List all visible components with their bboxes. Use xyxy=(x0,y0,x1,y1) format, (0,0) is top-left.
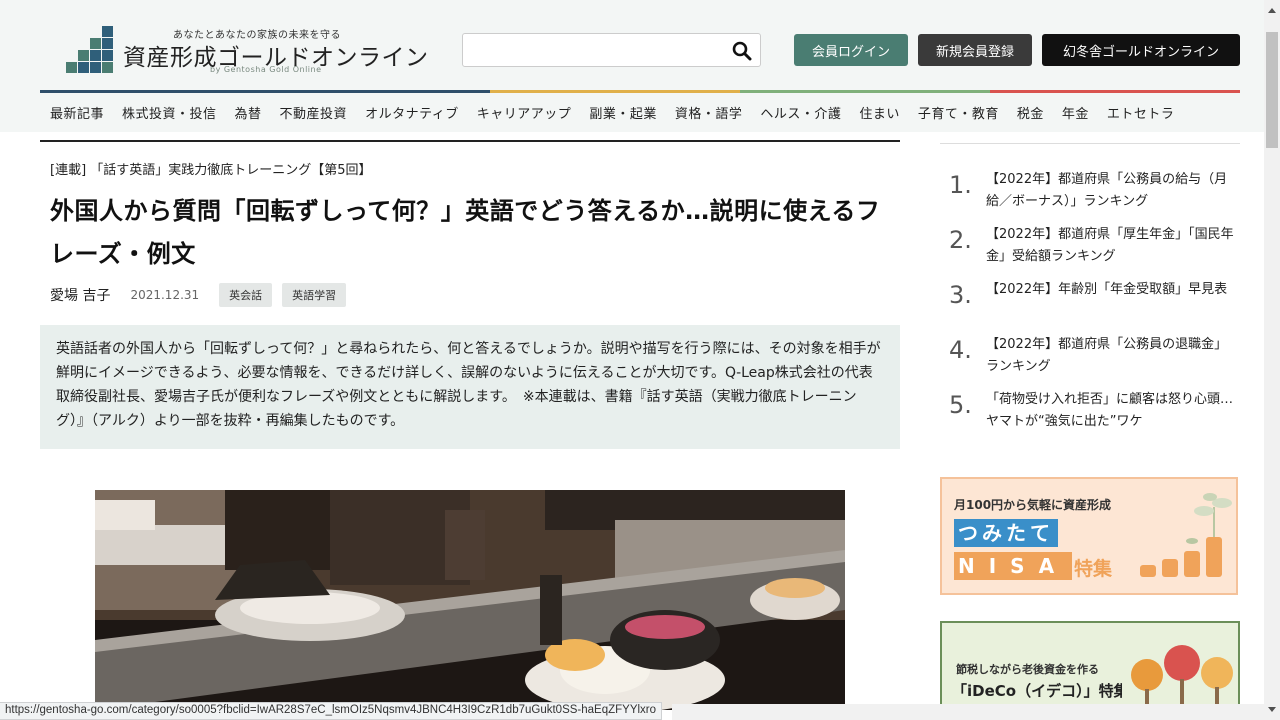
search-box xyxy=(462,33,761,67)
plant-jars-illustration xyxy=(1140,493,1232,577)
ideco-banner-title: 「iDeCo（イデコ）」特集 xyxy=(952,682,1129,700)
search-input[interactable] xyxy=(469,40,719,62)
nav-item-latest[interactable]: 最新記事 xyxy=(40,103,113,122)
sushi-conveyor-image xyxy=(95,490,845,710)
ideco-banner-caption: 節税しながら老後資金を作る xyxy=(956,663,1099,676)
ranking-title[interactable]: 「荷物受け入れ拒否」に顧客は怒り心頭…ヤマトが“強気に出た”ワケ xyxy=(986,389,1236,433)
scroll-thumb[interactable] xyxy=(1266,32,1278,148)
gentosha-gold-online-button[interactable]: 幻冬舎ゴールドオンライン xyxy=(1042,34,1240,66)
logo-subtitle: by Gentosha Gold Online xyxy=(210,65,322,74)
article-title: 外国人から質問「回転ずしって何？」英語でどう答えるか…説明に使えるフレーズ・例文 xyxy=(50,197,881,268)
article-photo xyxy=(95,490,845,710)
ranking-number: 2. xyxy=(949,226,972,254)
link-preview-statusbar: https://gentosha-go.com/category/so0005?… xyxy=(0,702,663,720)
nisa-banner-suffix: 特集 xyxy=(1074,558,1113,580)
ranking-item[interactable]: 5. 「荷物受け入れ拒否」に顧客は怒り心頭…ヤマトが“強気に出た”ワケ xyxy=(940,389,1240,439)
nav-item-health[interactable]: ヘルス・介護 xyxy=(751,103,850,122)
ranking-item[interactable]: 3. 【2022年】年齢別「年金受取額」早見表 xyxy=(940,279,1240,329)
scroll-up-arrow-icon[interactable] xyxy=(1268,8,1276,13)
site-logo[interactable]: あなたとあなたの家族の未来を守る 資産形成ゴールドオンライン by Gentos… xyxy=(65,26,428,76)
ranking-number: 3. xyxy=(949,281,972,309)
ranking-item[interactable]: 2. 【2022年】都道府県「厚生年金」「国民年金」受給額ランキング xyxy=(940,224,1240,274)
site-header: あなたとあなたの家族の未来を守る 資産形成ゴールドオンライン by Gentos… xyxy=(0,0,1264,132)
nav-item-qualification[interactable]: 資格・語学 xyxy=(666,103,752,122)
series-label[interactable]: [連載] 「話す英語」実践力徹底トレーニング【第5回】 xyxy=(50,159,372,178)
nav-item-housing[interactable]: 住まい xyxy=(850,103,909,122)
article-lead: 英語話者の外国人から「回転ずしって何？」と尋ねられたら、何と答えるでしょうか。説… xyxy=(40,325,900,449)
ranking-number: 5. xyxy=(949,391,972,419)
main-nav: 最新記事 株式投資・投信 為替 不動産投資 オルタナティブ キャリアアップ 副業… xyxy=(40,93,1240,131)
nav-item-real-estate[interactable]: 不動産投資 xyxy=(271,103,357,122)
nav-item-fx[interactable]: 為替 xyxy=(226,103,271,122)
sidebar-rule xyxy=(940,143,1240,144)
nav-item-tax[interactable]: 税金 xyxy=(1008,103,1053,122)
publish-date: 2021.12.31 xyxy=(130,288,200,302)
tag-eikaiwa[interactable]: 英会話 xyxy=(219,283,273,307)
search-icon[interactable] xyxy=(732,41,752,61)
ranking-number: 1. xyxy=(949,171,972,199)
vertical-scrollbar[interactable] xyxy=(1264,0,1280,720)
tsumitate-nisa-banner[interactable]: 月100円から気軽に資産形成 つみたて NISA 特集 xyxy=(940,477,1238,595)
ranking-title[interactable]: 【2022年】都道府県「厚生年金」「国民年金」受給額ランキング xyxy=(986,224,1236,268)
ranking-title[interactable]: 【2022年】年齢別「年金受取額」早見表 xyxy=(986,279,1236,301)
nav-item-etc[interactable]: エトセトラ xyxy=(1098,103,1184,122)
scroll-down-arrow-icon[interactable] xyxy=(1268,707,1276,712)
logo-mark xyxy=(65,26,113,73)
ranking-title[interactable]: 【2022年】都道府県「公務員の給与（月給／ボーナス）」ランキング xyxy=(986,169,1236,213)
nisa-banner-caption: 月100円から気軽に資産形成 xyxy=(954,498,1112,512)
ranking-title[interactable]: 【2022年】都道府県「公務員の退職金」ランキング xyxy=(986,334,1236,378)
article-top-rule xyxy=(40,140,900,142)
nav-item-side-business[interactable]: 副業・起業 xyxy=(580,103,666,122)
nav-item-parenting[interactable]: 子育て・教育 xyxy=(909,103,1008,122)
ranking-item[interactable]: 1. 【2022年】都道府県「公務員の給与（月給／ボーナス）」ランキング xyxy=(940,169,1240,219)
ranking-item[interactable]: 4. 【2022年】都道府県「公務員の退職金」ランキング xyxy=(940,334,1240,384)
nav-item-career[interactable]: キャリアアップ xyxy=(468,103,581,122)
register-button[interactable]: 新規会員登録 xyxy=(918,34,1032,66)
nisa-banner-line2: NISA xyxy=(954,552,1073,580)
nav-item-pension[interactable]: 年金 xyxy=(1053,103,1098,122)
horizontal-scrollbar[interactable] xyxy=(672,704,1264,720)
login-button[interactable]: 会員ログイン xyxy=(794,34,908,66)
article-meta: 愛場 吉子 2021.12.31 英会話 英語学習 xyxy=(50,283,356,307)
nav-item-stocks[interactable]: 株式投資・投信 xyxy=(113,103,226,122)
ranking-number: 4. xyxy=(949,336,972,364)
nisa-banner-line1: つみたて xyxy=(954,519,1058,547)
tag-english-study[interactable]: 英語学習 xyxy=(282,283,347,307)
author-name[interactable]: 愛場 吉子 xyxy=(50,285,110,305)
nav-item-alternative[interactable]: オルタナティブ xyxy=(356,103,468,122)
